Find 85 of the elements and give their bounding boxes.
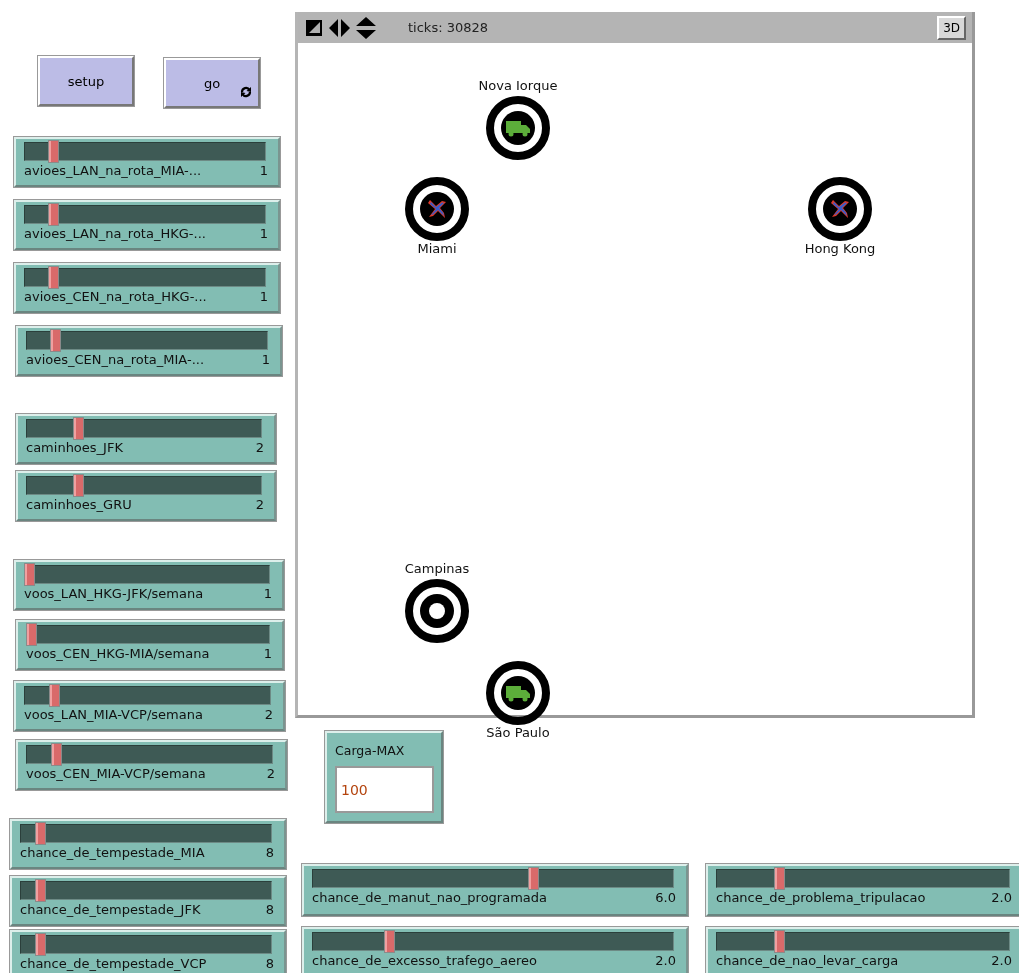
slider-thumb[interactable] (48, 266, 59, 289)
slider[interactable]: avioes_LAN_na_rota_MIA-... 1 (14, 137, 280, 187)
slider[interactable]: chance_de_excesso_trafego_aereo 2.0 (302, 927, 688, 973)
slider-label: chance_de_problema_tripulacao (716, 890, 926, 905)
slider-label: voos_CEN_MIA-VCP/semana (26, 766, 206, 781)
truck-icon (505, 119, 531, 137)
slider-label: chance_de_tempestade_MIA (20, 845, 205, 860)
slider-thumb[interactable] (26, 623, 37, 646)
slider-label: chance_de_excesso_trafego_aereo (312, 953, 538, 968)
slider-thumb[interactable] (528, 867, 539, 890)
slider-thumb[interactable] (384, 930, 395, 953)
slider[interactable]: chance_de_nao_levar_carga 2.0 (706, 927, 1019, 973)
slider-value: 2 (266, 766, 275, 781)
location-label: Nova Iorque (478, 78, 558, 93)
slider-thumb[interactable] (774, 930, 786, 953)
slider-label: caminhoes_JFK (26, 440, 123, 455)
slider-value: 6.0 (655, 890, 676, 905)
slider-value: 2.0 (991, 953, 1012, 968)
slider-thumb[interactable] (35, 933, 46, 956)
location-label: Hong Kong (804, 241, 876, 256)
slider[interactable]: chance_de_problema_tripulacao 2.0 (706, 864, 1019, 916)
slider-thumb[interactable] (72, 417, 84, 440)
slider-value: 2 (255, 497, 264, 512)
slider-label: avioes_CEN_na_rota_MIA-... (26, 352, 205, 367)
slider-thumb[interactable] (50, 329, 61, 352)
slider-value: 8 (265, 902, 274, 917)
slider[interactable]: chance_de_tempestade_VCP 8 (10, 930, 286, 973)
slider-value: 2 (255, 440, 264, 455)
slider-label: chance_de_tempestade_VCP (20, 956, 207, 971)
slider[interactable]: voos_LAN_MIA-VCP/semana 2 (14, 681, 285, 731)
location-target-icon (405, 177, 469, 241)
3d-button[interactable]: 3D (937, 15, 966, 40)
slider[interactable]: chance_de_tempestade_MIA 8 (10, 819, 286, 869)
input-field[interactable]: 100 (335, 766, 434, 813)
slider-thumb[interactable] (48, 684, 60, 707)
slider-value: 2.0 (991, 890, 1012, 905)
slider-value: 1 (259, 226, 268, 241)
slider-thumb[interactable] (48, 203, 59, 226)
slider-thumb[interactable] (35, 822, 46, 845)
slider-value: 8 (265, 956, 274, 971)
slider-label: voos_LAN_HKG-JFK/semana (24, 586, 204, 601)
forever-icon (240, 86, 252, 98)
slider-label: voos_CEN_HKG-MIA/semana (26, 646, 210, 661)
slider-thumb[interactable] (48, 140, 59, 163)
go-button[interactable]: go (164, 58, 260, 108)
slider-label: avioes_LAN_na_rota_HKG-... (24, 226, 206, 241)
truck-icon (505, 684, 531, 702)
slider-label: avioes_CEN_na_rota_HKG-... (24, 289, 207, 304)
slider[interactable]: caminhoes_GRU 2 (16, 471, 276, 521)
slider[interactable]: caminhoes_JFK 2 (16, 414, 276, 464)
slider[interactable]: chance_de_manut_nao_programada 6.0 (302, 864, 688, 916)
slider-value: 8 (265, 845, 274, 860)
slider-thumb[interactable] (72, 474, 84, 497)
slider[interactable]: avioes_CEN_na_rota_MIA-... 1 (16, 326, 282, 376)
slider-value: 2 (264, 707, 273, 722)
input-label: Carga-MAX (335, 743, 406, 758)
setup-button[interactable]: setup (38, 56, 134, 106)
location-label: Campinas (404, 561, 470, 576)
location-label: São Paulo (486, 725, 550, 740)
slider-label: chance_de_tempestade_JFK (20, 902, 201, 917)
location-target-icon (808, 177, 872, 241)
slider-value: 1 (261, 352, 270, 367)
slider[interactable]: voos_CEN_HKG-MIA/semana 1 (16, 620, 284, 670)
slider[interactable]: avioes_LAN_na_rota_HKG-... 1 (14, 200, 280, 250)
slider-label: chance_de_manut_nao_programada (312, 890, 548, 905)
slider[interactable]: voos_LAN_HKG-JFK/semana 1 (14, 560, 284, 610)
ticks-counter: ticks: 30828 (408, 20, 489, 35)
location-label: Miami (417, 241, 457, 256)
slider[interactable]: avioes_CEN_na_rota_HKG-... 1 (14, 263, 280, 313)
slider-value: 1 (263, 646, 272, 661)
slider-thumb[interactable] (24, 563, 35, 586)
slider-label: avioes_LAN_na_rota_MIA-... (24, 163, 202, 178)
location-target-icon (405, 579, 469, 643)
slider[interactable]: voos_CEN_MIA-VCP/semana 2 (16, 740, 287, 790)
slider-value: 2.0 (655, 953, 676, 968)
slider-value: 1 (259, 163, 268, 178)
slider-thumb[interactable] (35, 879, 46, 902)
slider[interactable]: chance_de_tempestade_JFK 8 (10, 876, 286, 926)
slider-value: 1 (259, 289, 268, 304)
slider-label: chance_de_nao_levar_carga (716, 953, 899, 968)
slider-label: voos_LAN_MIA-VCP/semana (24, 707, 203, 722)
slider-thumb[interactable] (774, 867, 786, 890)
slider-value: 1 (263, 586, 272, 601)
slider-thumb[interactable] (50, 743, 62, 766)
slider-label: caminhoes_GRU (26, 497, 132, 512)
